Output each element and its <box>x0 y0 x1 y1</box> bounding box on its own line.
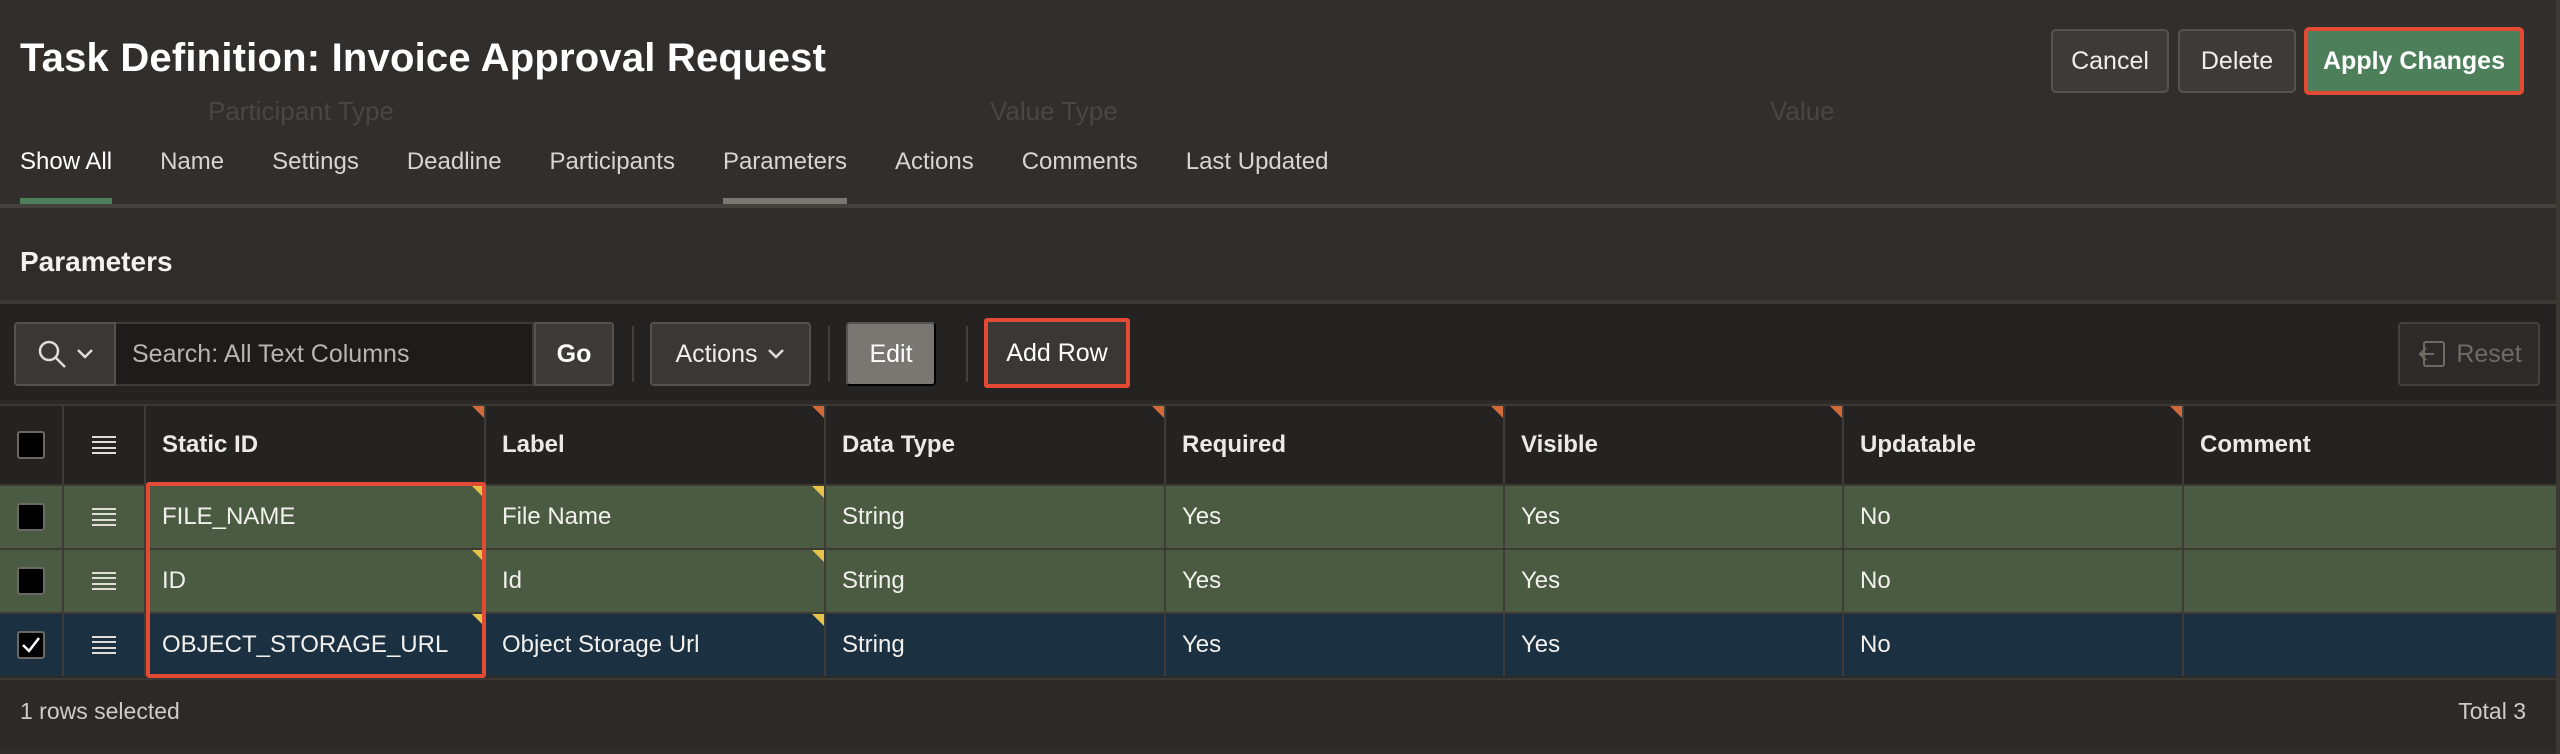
page-edge <box>2556 0 2560 754</box>
reset-button[interactable]: Reset <box>2398 322 2540 386</box>
cell-required[interactable]: Yes <box>1166 614 1505 676</box>
region-title: Parameters <box>20 246 173 277</box>
tab-parameters[interactable]: Parameters <box>722 148 848 204</box>
menu-icon <box>92 436 116 454</box>
actions-label: Actions <box>675 339 758 368</box>
total-count: Total 3 <box>2458 698 2526 724</box>
cell-data-type[interactable]: String <box>826 614 1166 676</box>
row-menu-icon[interactable] <box>92 636 116 654</box>
cell-visible[interactable]: Yes <box>1505 550 1844 612</box>
ghost-value-type: Value Type <box>990 96 1118 126</box>
chevron-down-icon <box>768 349 785 359</box>
column-header-updatable[interactable]: Updatable <box>1844 406 2184 484</box>
tab-participants[interactable]: Participants <box>550 148 675 204</box>
selection-count: 1 rows selected <box>20 698 180 724</box>
column-header-comment[interactable]: Comment <box>2184 406 2556 484</box>
column-header-required[interactable]: Required <box>1166 406 1505 484</box>
reset-icon <box>2418 341 2446 367</box>
select-all-cell <box>0 406 64 484</box>
tab-settings[interactable]: Settings <box>272 148 359 204</box>
delete-button[interactable]: Delete <box>2178 29 2296 93</box>
reset-label: Reset <box>2456 339 2522 368</box>
row-actions-header <box>64 406 146 484</box>
chevron-down-icon <box>77 349 93 359</box>
tab-show-all[interactable]: Show All <box>20 148 113 204</box>
grid-toolbar: Search: All Text Columns Go Actions Edit… <box>0 304 2556 400</box>
add-row-button[interactable]: Add Row <box>984 318 1130 388</box>
tab-actions[interactable]: Actions <box>895 148 974 204</box>
header-divider <box>0 204 2560 208</box>
row-actions-cell <box>64 486 146 548</box>
cell-data-type[interactable]: String <box>826 486 1166 548</box>
cell-updatable[interactable]: No <box>1844 614 2184 676</box>
select-all-checkbox[interactable] <box>17 431 45 459</box>
cell-comment[interactable] <box>2184 550 2556 612</box>
cell-updatable[interactable]: No <box>1844 486 2184 548</box>
table-row[interactable]: ID Id String Yes Yes No <box>0 548 2556 612</box>
search-group: Search: All Text Columns Go <box>14 322 614 386</box>
row-select-cell <box>0 614 64 676</box>
page-header: Participant Type Value Type Value Task D… <box>0 0 2560 205</box>
row-actions-cell <box>64 550 146 612</box>
row-select-cell <box>0 550 64 612</box>
toolbar-separator <box>632 326 634 382</box>
row-checkbox[interactable] <box>17 503 45 531</box>
cell-data-type[interactable]: String <box>826 550 1166 612</box>
tab-deadline[interactable]: Deadline <box>407 148 502 204</box>
cell-visible[interactable]: Yes <box>1505 486 1844 548</box>
search-icon <box>38 340 66 368</box>
column-header-data-type[interactable]: Data Type <box>826 406 1166 484</box>
cell-required[interactable]: Yes <box>1166 550 1505 612</box>
cell-label[interactable]: Object Storage Url <box>486 614 826 676</box>
row-checkbox-checked[interactable] <box>17 631 45 659</box>
tab-name[interactable]: Name <box>160 148 224 204</box>
ghost-participant-type: Participant Type <box>208 96 394 126</box>
toolbar-separator <box>828 326 830 382</box>
search-input[interactable]: Search: All Text Columns <box>116 322 534 386</box>
edit-button[interactable]: Edit <box>846 322 936 386</box>
row-menu-icon[interactable] <box>92 508 116 526</box>
row-checkbox[interactable] <box>17 567 45 595</box>
cell-static-id[interactable]: ID <box>146 550 486 612</box>
cell-required[interactable]: Yes <box>1166 486 1505 548</box>
cancel-button[interactable]: Cancel <box>2051 29 2169 93</box>
cell-label[interactable]: Id <box>486 550 826 612</box>
column-header-static-id[interactable]: Static ID <box>146 406 486 484</box>
cell-visible[interactable]: Yes <box>1505 614 1844 676</box>
cell-label[interactable]: File Name <box>486 486 826 548</box>
row-menu-icon[interactable] <box>92 572 116 590</box>
column-header-visible[interactable]: Visible <box>1505 406 1844 484</box>
cell-comment[interactable] <box>2184 614 2556 676</box>
toolbar-separator <box>966 326 968 382</box>
checkmark-icon <box>22 637 40 653</box>
cell-updatable[interactable]: No <box>1844 550 2184 612</box>
apply-changes-button[interactable]: Apply Changes <box>2304 27 2524 95</box>
grid-header-row: Static ID Label Data Type Required Visib… <box>0 404 2556 484</box>
table-row[interactable]: FILE_NAME File Name String Yes Yes No <box>0 484 2556 548</box>
tab-comments[interactable]: Comments <box>1022 148 1138 204</box>
table-row-selected[interactable]: OBJECT_STORAGE_URL Object Storage Url St… <box>0 612 2556 676</box>
row-actions-cell <box>64 614 146 676</box>
go-button[interactable]: Go <box>534 322 614 386</box>
tab-last-updated[interactable]: Last Updated <box>1186 148 1329 204</box>
cell-static-id[interactable]: FILE_NAME <box>146 486 486 548</box>
actions-menu-button[interactable]: Actions <box>650 322 811 386</box>
row-select-cell <box>0 486 64 548</box>
search-column-selector[interactable] <box>14 322 116 386</box>
cell-comment[interactable] <box>2184 486 2556 548</box>
ghost-value: Value <box>1770 96 1835 126</box>
tab-bar: Show All Name Settings Deadline Particip… <box>20 148 1377 204</box>
cell-static-id[interactable]: OBJECT_STORAGE_URL <box>146 614 486 676</box>
grid-footer: 1 rows selected Total 3 <box>0 678 2556 742</box>
page-title: Task Definition: Invoice Approval Reques… <box>20 36 827 80</box>
column-header-label[interactable]: Label <box>486 406 826 484</box>
